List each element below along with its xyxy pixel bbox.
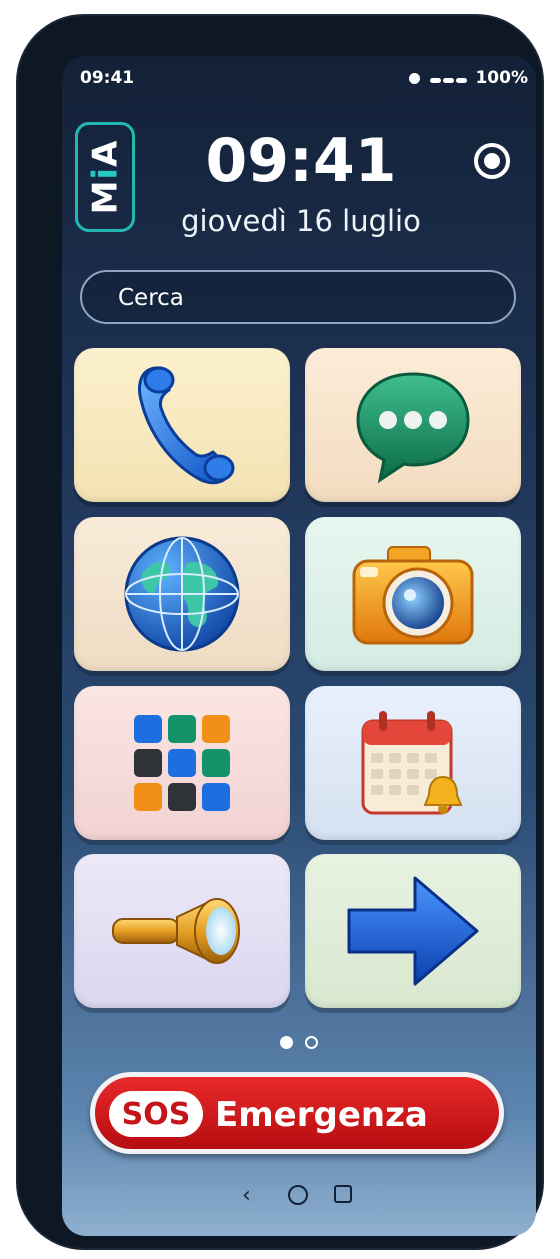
search-input[interactable] [116, 278, 500, 318]
signal-dot-icon [409, 72, 421, 84]
browser-app-tile[interactable] [74, 517, 290, 671]
camera-app-tile[interactable] [305, 517, 521, 671]
calendar-app-tile[interactable] [305, 686, 521, 840]
settings-icon[interactable] [472, 141, 512, 181]
message-icon [356, 372, 470, 484]
clock-date: giovedì 16 luglio [181, 204, 421, 238]
status-bar: 09:41 100% [80, 68, 528, 88]
page-dot[interactable] [305, 1036, 318, 1049]
sos-badge: SOS [109, 1091, 203, 1137]
arrow-right-icon [347, 876, 479, 986]
page-dot-active[interactable] [280, 1036, 293, 1049]
emergency-label: Emergenza [215, 1095, 428, 1135]
phone-app-tile[interactable] [74, 348, 290, 502]
clock-time: 09:41 [205, 126, 397, 196]
globe-icon [124, 536, 240, 652]
sos-emergency-button[interactable]: SOS Emergenza [90, 1072, 504, 1154]
navigation-bar: ‹ [62, 1184, 536, 1208]
next-page-tile[interactable] [305, 854, 521, 1008]
search-bar[interactable] [80, 270, 516, 324]
camera-icon [352, 546, 474, 645]
status-time: 09:41 [80, 68, 135, 88]
flashlight-icon [112, 898, 240, 964]
phone-frame: 09:41 100% MiA 09:41 giovedì 16 luglio C… [18, 16, 542, 1248]
flashlight-app-tile[interactable] [74, 854, 290, 1008]
back-icon[interactable]: ‹ [242, 1184, 251, 1208]
messages-app-tile[interactable] [305, 348, 521, 502]
status-indicators: 100% [409, 68, 528, 88]
home-screen: 09:41 100% MiA 09:41 giovedì 16 luglio C… [62, 56, 536, 1236]
apps-grid-icon [134, 715, 230, 811]
signal-bars-icon [428, 68, 468, 88]
battery-percent: 100% [475, 68, 528, 88]
page-indicator [62, 1036, 536, 1049]
recent-apps-icon[interactable] [334, 1185, 352, 1203]
phone-icon [138, 366, 235, 485]
calendar-alarm-icon [361, 711, 463, 815]
home-icon[interactable] [288, 1185, 308, 1205]
all-apps-tile[interactable] [74, 686, 290, 840]
